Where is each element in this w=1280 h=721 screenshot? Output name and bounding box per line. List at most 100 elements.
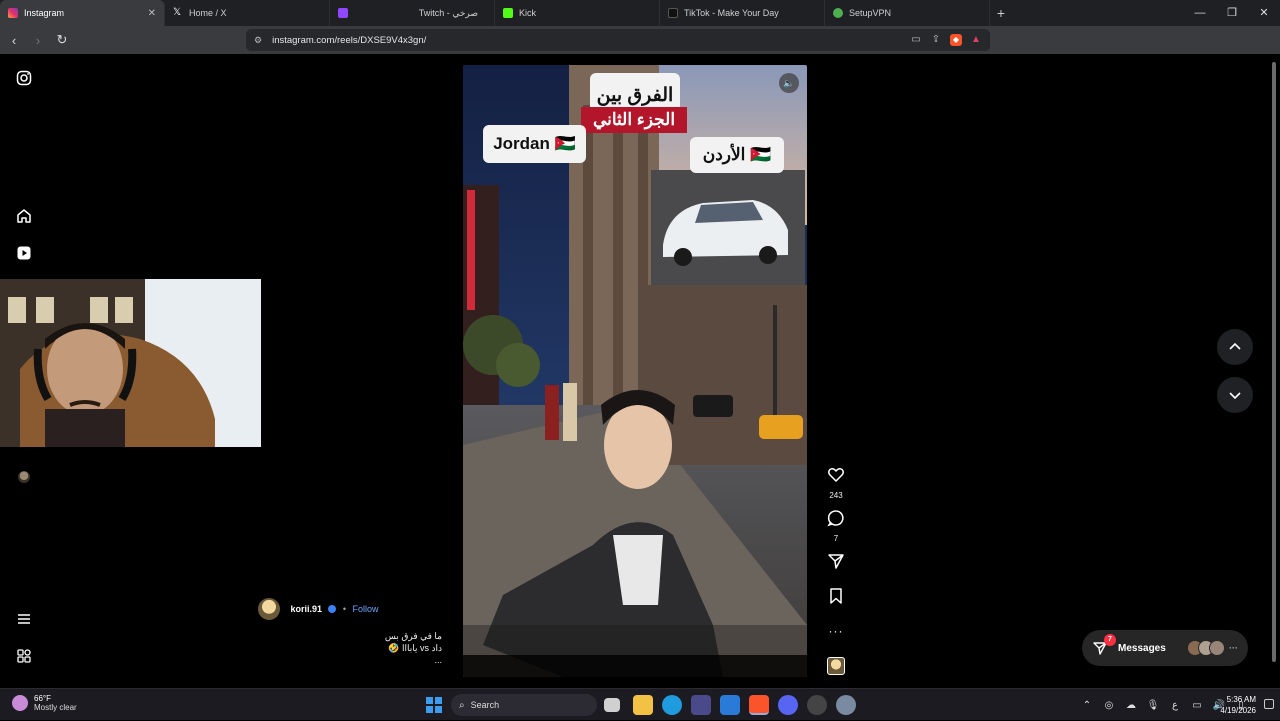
onedrive-icon[interactable]: ☁ — [1120, 700, 1142, 711]
share-icon[interactable]: ⇪ — [930, 34, 942, 46]
tab-strip: Instagram ✕ 𝕏 Home / X Twitch - صرخي Kic… — [0, 0, 1280, 26]
microphone-icon[interactable]: 🎙 — [1142, 700, 1164, 711]
tab-x[interactable]: 𝕏 Home / X — [165, 0, 330, 26]
clock-time: 5:36 AM — [1226, 695, 1256, 704]
page-scrollbar[interactable] — [1270, 56, 1278, 684]
comment-count: 7 — [833, 534, 839, 543]
tab-instagram[interactable]: Instagram ✕ — [0, 0, 165, 26]
brave-rewards-icon[interactable]: ▲ — [970, 34, 982, 46]
tab-label: Instagram — [24, 8, 65, 18]
also-from-meta-icon[interactable] — [12, 644, 36, 668]
bookmark-icon[interactable] — [827, 587, 845, 605]
settings-icon[interactable] — [836, 695, 856, 715]
taskbar-search[interactable]: ⌕ Search — [451, 694, 597, 716]
user-avatar[interactable] — [258, 598, 280, 620]
message-avatar — [1209, 640, 1225, 656]
close-tab-icon[interactable]: ✕ — [148, 8, 156, 19]
home-icon[interactable] — [12, 204, 36, 228]
tab-label: Twitch - صرخي — [418, 7, 478, 18]
tab-twitch[interactable]: Twitch - صرخي — [330, 0, 495, 26]
edge-icon[interactable] — [662, 695, 682, 715]
more-options-icon[interactable]: ··· — [822, 624, 850, 638]
mail-icon[interactable] — [720, 695, 740, 715]
tab-label: Home / X — [189, 8, 227, 18]
restore-icon[interactable]: ❐ — [1216, 0, 1248, 26]
new-tab-button[interactable]: + — [990, 5, 1012, 21]
app-icon[interactable] — [807, 695, 827, 715]
previous-reel-button[interactable] — [1217, 329, 1253, 365]
tray-overflow-icon[interactable]: ⌃ — [1076, 700, 1098, 711]
more-menu-icon[interactable] — [12, 607, 36, 631]
forward-icon[interactable]: › — [28, 33, 48, 48]
caption-text[interactable]: ما في فرق بس داد vs يابااا 🤣 ... — [258, 630, 444, 666]
webcam-overlay — [0, 279, 261, 447]
tab-label: SetupVPN — [849, 8, 892, 18]
weather-temp: 66°F — [34, 694, 51, 703]
messages-unread-badge: 7 — [1104, 634, 1116, 646]
caption-line-2: داد vs يابااا 🤣 — [388, 643, 442, 653]
share-icon[interactable] — [827, 552, 845, 570]
back-icon[interactable]: ‹ — [4, 33, 24, 48]
overlay-urdun-label: الأردن 🇯🇴 — [690, 137, 784, 173]
brave-icon[interactable] — [749, 695, 769, 715]
brave-shield-icon[interactable]: ◆ — [950, 34, 962, 46]
follow-button[interactable]: Follow — [353, 604, 379, 614]
x-tab-icon: 𝕏 — [173, 7, 182, 18]
task-view-icon[interactable] — [604, 698, 620, 712]
post-caption: korii.91 • Follow ما في فرق بس داد vs يا… — [258, 598, 444, 666]
audio-avatar-icon — [827, 657, 845, 675]
tab-setupvpn[interactable]: SetupVPN — [825, 0, 990, 26]
cast-icon[interactable]: ▭ — [910, 34, 922, 46]
tab-tiktok[interactable]: TikTok - Make Your Day — [660, 0, 825, 26]
weather-condition: Mostly clear — [34, 703, 77, 712]
kick-tab-icon — [503, 8, 513, 18]
share-action[interactable] — [822, 552, 850, 575]
url-text: instagram.com/reels/DXSE9V4x3gn/ — [272, 34, 427, 46]
tray-app-icon[interactable]: ◎ — [1098, 700, 1120, 711]
like-action[interactable]: 243 — [822, 466, 850, 500]
messages-button[interactable]: 7 Messages ··· — [1082, 630, 1248, 666]
verified-badge-icon — [328, 605, 337, 613]
mute-icon[interactable]: 🔈 — [779, 73, 799, 93]
reload-icon[interactable]: ↻ — [52, 32, 72, 48]
tab-kick[interactable]: Kick — [495, 0, 660, 26]
messages-label: Messages — [1118, 642, 1166, 654]
reels-icon[interactable] — [12, 241, 36, 265]
clock[interactable]: 5:36 AM 4/19/2026 — [1220, 694, 1256, 716]
instagram-logo-icon[interactable] — [12, 66, 36, 90]
save-action[interactable] — [822, 587, 850, 610]
network-icon[interactable]: ▭ — [1186, 700, 1208, 711]
site-info-icon[interactable]: ⚙ — [254, 35, 262, 46]
caption-more[interactable]: ... — [258, 654, 442, 666]
profile-avatar-icon[interactable] — [12, 465, 36, 489]
audio-thumbnail[interactable] — [822, 657, 850, 680]
search-placeholder: Search — [470, 700, 500, 710]
windows-taskbar: 66°F Mostly clear ⌕ Search ⌃ ◎ ☁ 🎙 ع ▭ 🔊… — [0, 688, 1280, 720]
file-explorer-icon[interactable] — [633, 695, 653, 715]
tiktok-tab-icon — [668, 8, 678, 18]
separator-dot: • — [342, 604, 347, 614]
discord-icon[interactable] — [778, 695, 798, 715]
start-icon[interactable] — [424, 695, 444, 715]
username-link[interactable]: korii.91 — [290, 604, 322, 614]
address-row: ‹ › ↻ ⚐ ⚙ instagram.com/reels/DXSE9V4x3g… — [0, 26, 1280, 73]
comment-action[interactable]: 7 — [822, 509, 850, 543]
heart-icon[interactable] — [827, 466, 845, 484]
notifications-icon[interactable] — [1264, 699, 1274, 709]
minimize-icon[interactable]: — — [1184, 0, 1216, 26]
comment-icon[interactable] — [827, 509, 845, 527]
next-reel-button[interactable] — [1217, 377, 1253, 413]
reel-video[interactable]: الفرق بين الجزء الثاني Jordan 🇯🇴 الأردن … — [463, 65, 807, 677]
address-bar[interactable]: ⚙ instagram.com/reels/DXSE9V4x3gn/ ▭ ⇪ ◆… — [246, 29, 990, 51]
twitch-tab-icon — [338, 8, 348, 18]
setupvpn-tab-icon — [833, 8, 843, 18]
language-indicator[interactable]: ع — [1164, 700, 1186, 711]
overlay-part-label: الجزء الثاني — [581, 107, 687, 133]
clock-date: 4/19/2026 — [1220, 706, 1256, 715]
instagram-tab-icon — [8, 8, 18, 18]
more-avatars-icon: ··· — [1229, 643, 1238, 653]
store-icon[interactable] — [691, 695, 711, 715]
instagram-page: الفرق بين الجزء الثاني Jordan 🇯🇴 الأردن … — [0, 54, 1280, 688]
weather-widget[interactable]: 66°F Mostly clear — [12, 694, 77, 712]
close-window-icon[interactable]: ✕ — [1248, 0, 1280, 26]
